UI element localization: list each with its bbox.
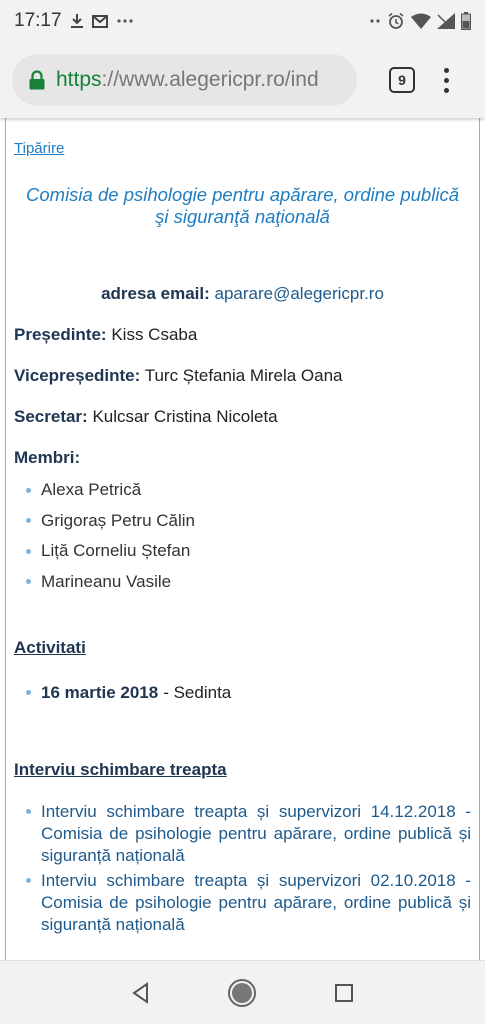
president-label: Președinte:: [14, 325, 107, 344]
url-rest: ://www.alegericpr.ro/ind: [101, 68, 319, 91]
list-item: Interviu schimbare treapta și supervizor…: [26, 801, 471, 867]
menu-dot: [443, 77, 449, 83]
wifi-icon: [411, 13, 431, 29]
recents-icon: [335, 983, 354, 1002]
signal-icon: [437, 13, 455, 29]
president-row: Președinte: Kiss Csaba: [14, 325, 471, 345]
url-scheme: https: [56, 68, 102, 91]
members-list: Alexa Petrică Grigoraș Petru Călin Liță …: [14, 480, 471, 592]
bullet: [26, 548, 31, 554]
browser-toolbar: https://www.alegericpr.ro/ind 9: [0, 42, 485, 118]
bullet: [26, 518, 31, 523]
activity-text: - Sedinta: [163, 682, 232, 702]
bullet: [26, 579, 31, 584]
vice-president-row: Vicepreședinte: Turc Ștefania Mirela Oan…: [14, 366, 471, 386]
list-item: Alexa Petrică: [26, 480, 471, 500]
activity-item: 16 martie 2018 - Sedinta: [14, 683, 471, 703]
vice-president-label: Vicepreședinte:: [14, 366, 141, 385]
member-name: Grigoraș Petru Călin: [41, 510, 196, 530]
back-icon: [132, 981, 148, 1004]
email-link[interactable]: aparare@alegericpr.ro: [215, 284, 384, 303]
tab-count: 9: [398, 72, 406, 88]
more-dots-icon: [116, 18, 134, 24]
committee-title: Comisia de psihologie pentru apărare, or…: [26, 184, 459, 227]
download-icon: [70, 13, 84, 29]
back-button[interactable]: [121, 973, 161, 1013]
activity-date: 16 martie 2018: [41, 682, 159, 702]
home-button[interactable]: [222, 973, 262, 1013]
list-item: Marineanu Vasile: [26, 572, 471, 592]
activities-heading: Activitati: [14, 637, 86, 657]
member-name: Alexa Petrică: [41, 480, 142, 499]
url-bar[interactable]: https://www.alegericpr.ro/ind: [12, 54, 357, 106]
status-time: 17:17: [14, 10, 62, 31]
lock-icon: [28, 70, 46, 90]
tab-switcher-button[interactable]: 9: [389, 67, 415, 93]
page-content: Tipărire Comisia de psihologie pentru ap…: [5, 118, 480, 960]
menu-dot: [443, 67, 449, 73]
list-item: Interviu schimbare treapta și supervizor…: [26, 870, 471, 936]
android-nav-bar: [0, 960, 485, 1024]
president-value: Kiss Csaba: [111, 325, 198, 344]
url-text: https://www.alegericpr.ro/ind: [56, 68, 319, 92]
members-heading: Membri:: [14, 448, 471, 468]
vice-president-value: Turc Ștefania Mirela Oana: [144, 366, 343, 385]
interview-link[interactable]: Interviu schimbare treapta și supervizor…: [41, 801, 471, 867]
secretary-label: Secretar:: [14, 407, 88, 426]
bullet: [26, 487, 31, 493]
bullet: [26, 690, 31, 695]
menu-dot: [443, 87, 449, 93]
list-item: Grigoraș Petru Călin: [26, 511, 471, 531]
email-label: adresa email:: [101, 284, 210, 303]
home-icon: [228, 978, 257, 1007]
secretary-value: Kulcsar Cristina Nicoleta: [92, 407, 278, 426]
recents-button[interactable]: [324, 973, 364, 1013]
secretary-row: Secretar: Kulcsar Cristina Nicoleta: [14, 407, 471, 427]
print-link[interactable]: Tipărire: [14, 140, 64, 157]
interview-link[interactable]: Interviu schimbare treapta și supervizor…: [41, 870, 471, 936]
bullet: [26, 877, 31, 883]
members-label: Membri:: [14, 448, 81, 467]
member-name: Marineanu Vasile: [41, 571, 172, 591]
battery-icon: [461, 12, 471, 30]
status-left: 17:17: [14, 10, 134, 32]
member-name: Liță Corneliu Ștefan: [41, 541, 191, 560]
email-row: adresa email: aparare@alegericpr.ro: [14, 284, 471, 304]
status-bar: 17:17: [0, 0, 485, 42]
gmail-icon: [91, 14, 108, 28]
interview-list: Interviu schimbare treapta și supervizor…: [14, 801, 471, 936]
nfc-dots-icon: [369, 18, 381, 24]
alarm-icon: [387, 12, 405, 30]
bullet: [26, 808, 31, 814]
interview-heading: Interviu schimbare treapta: [14, 759, 227, 779]
browser-menu-button[interactable]: [441, 67, 451, 93]
status-right: [369, 12, 471, 30]
list-item: Liță Corneliu Ștefan: [26, 541, 471, 561]
